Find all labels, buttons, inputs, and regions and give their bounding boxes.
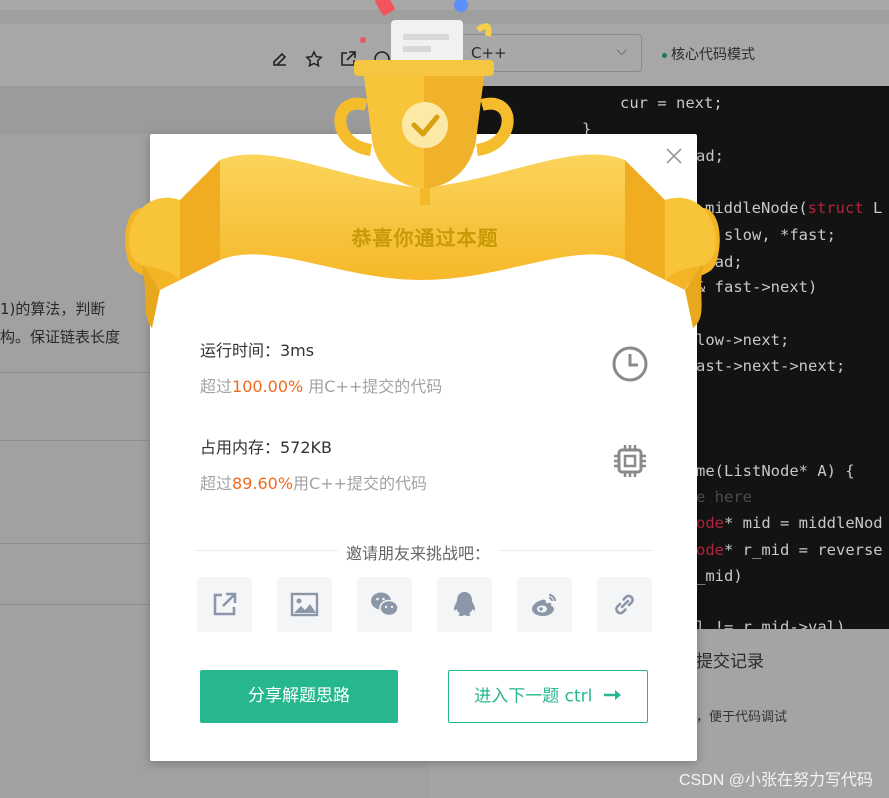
memory-rank: 超过89.60%用C++提交的代码 bbox=[200, 470, 427, 494]
memory-percent: 89.60% bbox=[232, 474, 294, 493]
share-qq-button[interactable] bbox=[437, 577, 492, 632]
csdn-watermark: CSDN @小张在努力写代码 bbox=[678, 772, 873, 789]
runtime-label: 运行时间：3ms bbox=[200, 341, 315, 360]
link-icon bbox=[615, 594, 634, 615]
image-icon bbox=[290, 592, 319, 617]
code-line: l != r_mid->val) bbox=[696, 618, 846, 629]
mode-text: 核心代码模式 bbox=[671, 47, 755, 63]
memory-suffix: 用C++提交的代码 bbox=[293, 474, 428, 493]
share-wechat-button[interactable] bbox=[357, 577, 412, 632]
memory-prefix: 超过 bbox=[200, 474, 233, 493]
next-problem-label: 进入下一题 ctrl bbox=[474, 686, 593, 707]
external-link-icon bbox=[213, 592, 237, 616]
next-problem-button[interactable]: 进入下一题 ctrl bbox=[448, 670, 648, 723]
share-image-button[interactable] bbox=[277, 577, 332, 632]
runtime-prefix: 超过 bbox=[200, 377, 233, 396]
code-line: me(ListNode* A) { bbox=[696, 462, 855, 480]
banner-title: 恭喜你通过本题 bbox=[351, 226, 499, 250]
trophy-icon bbox=[334, 0, 514, 205]
code-line: _mid) bbox=[696, 567, 743, 585]
share-link-button[interactable] bbox=[597, 577, 652, 632]
qq-icon bbox=[454, 592, 475, 616]
runtime-percent: 100.00% bbox=[232, 377, 304, 396]
problem-text: 构。保证链表长度 bbox=[0, 328, 121, 346]
weibo-icon bbox=[532, 594, 556, 616]
submission-subtitle: ，便于代码调试 bbox=[696, 710, 788, 725]
chevron-down-icon: ⌵ bbox=[616, 43, 627, 59]
share-external-button[interactable] bbox=[197, 577, 252, 632]
code-mode-label: 核心代码模式 bbox=[662, 44, 755, 64]
memory-label: 占用内存：572KB bbox=[200, 438, 333, 457]
code-line: ode* mid = middleNod bbox=[696, 514, 883, 532]
close-icon bbox=[666, 148, 682, 164]
problem-text: 1)的算法，判断 bbox=[0, 300, 106, 318]
share-weibo-button[interactable] bbox=[517, 577, 572, 632]
star-icon[interactable] bbox=[305, 50, 323, 68]
code-line: ast->next->next; bbox=[696, 357, 846, 375]
code-line: cur = next; bbox=[620, 94, 723, 112]
mode-dot-icon bbox=[662, 52, 667, 58]
code-line: middleNode(struct L bbox=[705, 199, 883, 217]
code-line: e here bbox=[696, 488, 752, 506]
invite-text: 邀请朋友来挑战吧： bbox=[338, 540, 499, 564]
submission-title[interactable]: 提交记录 bbox=[696, 647, 764, 672]
runtime-rank: 超过100.00% 用C++提交的代码 bbox=[200, 373, 442, 397]
close-button[interactable] bbox=[664, 146, 684, 166]
clock-icon bbox=[612, 346, 648, 382]
wechat-icon bbox=[371, 592, 399, 617]
code-line: ode* r_mid = reverse bbox=[696, 541, 883, 559]
share-solution-button[interactable]: 分享解题思路 bbox=[200, 670, 398, 723]
runtime-suffix: 用C++提交的代码 bbox=[303, 377, 443, 396]
edit-icon[interactable] bbox=[271, 50, 289, 68]
arrow-right-icon bbox=[603, 671, 622, 722]
chip-icon bbox=[614, 445, 646, 477]
